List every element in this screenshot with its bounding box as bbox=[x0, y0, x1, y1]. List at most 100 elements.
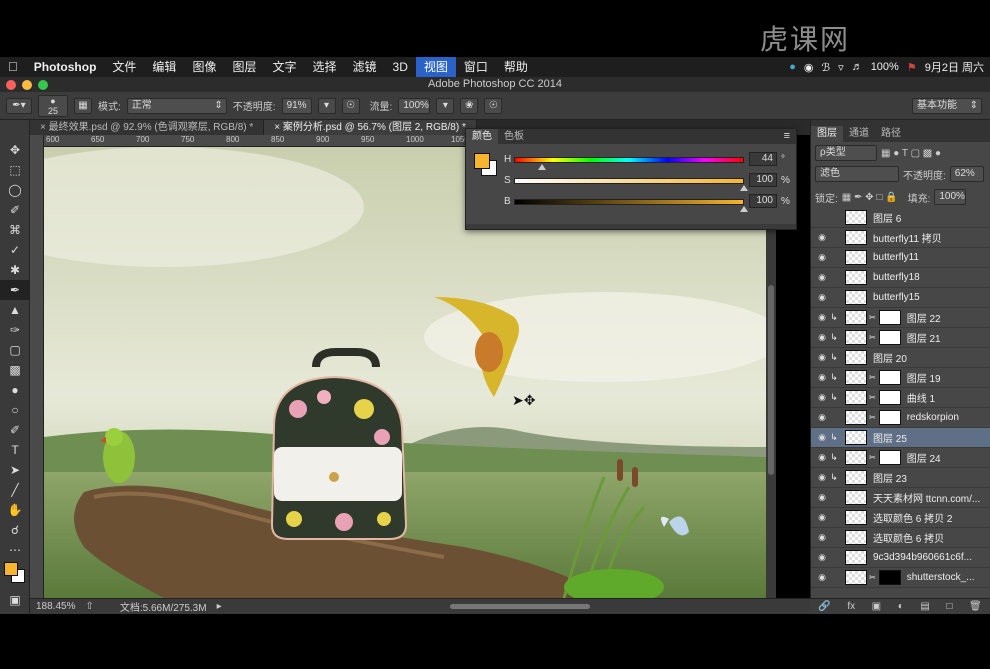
layer-row[interactable]: ◉ ✂ redskorpion bbox=[811, 408, 990, 428]
brightness-thumb[interactable] bbox=[740, 206, 748, 212]
type-tool-icon[interactable]: T bbox=[0, 440, 30, 460]
panel-resize-handle[interactable] bbox=[466, 224, 796, 229]
mask-link-icon[interactable]: ✂ bbox=[869, 333, 876, 342]
layer-thumbnail[interactable] bbox=[845, 550, 867, 565]
saturation-thumb[interactable] bbox=[740, 185, 748, 191]
tab-close-icon[interactable]: × bbox=[274, 122, 283, 133]
layer-thumbnail[interactable] bbox=[845, 250, 867, 265]
close-button[interactable] bbox=[6, 80, 16, 90]
fill-input[interactable]: 100% bbox=[934, 189, 967, 205]
layer-thumbnail[interactable] bbox=[845, 290, 867, 305]
layer-style-icon[interactable]: fx bbox=[847, 601, 855, 612]
layer-thumbnail[interactable] bbox=[845, 570, 867, 585]
layer-thumbnail[interactable] bbox=[845, 370, 867, 385]
pen-tool-icon[interactable]: ✐ bbox=[0, 420, 30, 440]
layer-thumbnail[interactable] bbox=[845, 430, 867, 445]
line-tool-icon[interactable]: ╱ bbox=[0, 480, 30, 500]
menu-item[interactable]: 图层 bbox=[224, 57, 264, 77]
zoom-level[interactable]: 188.45% bbox=[36, 601, 75, 612]
stamp-tool-icon[interactable]: ▲ bbox=[0, 300, 30, 320]
visibility-eye-icon[interactable]: ◉ bbox=[815, 572, 829, 583]
flow-input[interactable]: 100% bbox=[398, 97, 431, 114]
pressure-size-icon[interactable]: ☉ bbox=[484, 97, 503, 114]
lasso-tool-icon[interactable]: ◯ bbox=[0, 180, 30, 200]
brush-size-picker[interactable]: ● 25 bbox=[38, 94, 68, 117]
layer-thumbnail[interactable] bbox=[845, 210, 867, 225]
menu-item[interactable]: 窗口 bbox=[456, 57, 496, 77]
hand-tool-icon[interactable]: ✋ bbox=[0, 500, 30, 520]
layer-mask-thumbnail[interactable] bbox=[878, 410, 901, 425]
eyedropper-tool-icon[interactable]: ✓ bbox=[0, 240, 30, 260]
layer-thumbnail[interactable] bbox=[845, 330, 867, 345]
foreground-color-chip[interactable] bbox=[474, 153, 490, 169]
quick-mask-icon[interactable]: ▣ bbox=[0, 590, 30, 610]
hue-value[interactable]: 44 bbox=[749, 152, 777, 166]
menu-item[interactable]: 帮助 bbox=[496, 57, 536, 77]
layer-row[interactable]: ◉ ↳ ✂ 图层 19 bbox=[811, 368, 990, 388]
layer-mask-thumbnail[interactable] bbox=[878, 310, 901, 325]
horizontal-scroll-thumb[interactable] bbox=[450, 604, 590, 609]
menu-item[interactable]: 选择 bbox=[304, 57, 344, 77]
hue-slider[interactable]: H 44 ° bbox=[504, 152, 794, 170]
adjustment-layer-icon[interactable]: ◐ bbox=[898, 601, 904, 612]
new-group-icon[interactable]: ▤ bbox=[920, 601, 929, 612]
zoom-button[interactable] bbox=[38, 80, 48, 90]
visibility-eye-icon[interactable]: ◉ bbox=[815, 372, 829, 383]
layer-row[interactable]: ◉ ↳ ✂ 图层 24 bbox=[811, 448, 990, 468]
visibility-eye-icon[interactable]: ◉ bbox=[815, 352, 829, 363]
visibility-eye-icon[interactable]: ◉ bbox=[815, 452, 829, 463]
visibility-eye-icon[interactable]: ◉ bbox=[815, 552, 829, 563]
flag-icon[interactable]: ⚑ bbox=[907, 61, 917, 74]
brightness-slider[interactable]: B 100 % bbox=[504, 194, 794, 212]
layer-row[interactable]: ◉ butterfly15 bbox=[811, 288, 990, 308]
visibility-eye-icon[interactable]: ◉ bbox=[815, 272, 829, 283]
layer-thumbnail[interactable] bbox=[845, 450, 867, 465]
tab-layers[interactable]: 图层 bbox=[811, 126, 843, 142]
hue-bar[interactable] bbox=[514, 157, 744, 163]
wifi-icon[interactable]: ▿ bbox=[838, 61, 844, 74]
kind-filter-select[interactable]: ρ类型 bbox=[815, 145, 877, 161]
creative-cloud-icon[interactable]: ◉ bbox=[804, 61, 814, 74]
more-tools-icon[interactable]: ⋯ bbox=[0, 540, 30, 560]
quick-select-tool-icon[interactable]: ✐ bbox=[0, 200, 30, 220]
layer-row[interactable]: ◉ ↳ 图层 23 bbox=[811, 468, 990, 488]
foreground-color-swatch[interactable] bbox=[4, 562, 18, 576]
mask-link-icon[interactable]: ✂ bbox=[869, 373, 876, 382]
flow-dropdown[interactable]: ▾ bbox=[436, 97, 455, 114]
share-icon[interactable]: ⇧ bbox=[85, 601, 93, 612]
path-select-tool-icon[interactable]: ➤ bbox=[0, 460, 30, 480]
apple-icon[interactable]:  bbox=[0, 57, 26, 77]
bluetooth-icon[interactable]: ℬ bbox=[822, 61, 831, 74]
visibility-eye-icon[interactable]: ◉ bbox=[815, 232, 829, 243]
app-menu[interactable]: Photoshop bbox=[26, 57, 105, 77]
healing-tool-icon[interactable]: ✱ bbox=[0, 260, 30, 280]
layer-row[interactable]: ◉ butterfly11 bbox=[811, 248, 990, 268]
layer-row[interactable]: ◉ butterfly11 拷贝 bbox=[811, 228, 990, 248]
saturation-slider[interactable]: S 100 % bbox=[504, 173, 794, 191]
tab-close-icon[interactable]: × bbox=[40, 122, 49, 133]
layer-row[interactable]: ◉ ↳ ✂ 曲线 1 bbox=[811, 388, 990, 408]
layer-row[interactable]: ◉ ↳ 图层 25 bbox=[811, 428, 990, 448]
brush-tool-preset-icon[interactable]: ✒▾ bbox=[6, 97, 32, 114]
scroll-thumb[interactable] bbox=[768, 285, 774, 475]
brush-panel-icon[interactable]: ▦ bbox=[74, 97, 92, 114]
layer-row[interactable]: ◉ 选取颜色 6 拷贝 bbox=[811, 528, 990, 548]
lock-icons[interactable]: ▦ ✒ ✥ □ 🔒 bbox=[842, 192, 898, 203]
layer-row[interactable]: 图层 6 bbox=[811, 208, 990, 228]
datetime-label[interactable]: 9月2日 周六 bbox=[925, 59, 984, 75]
layer-thumbnail[interactable] bbox=[845, 390, 867, 405]
crop-tool-icon[interactable]: ⌘ bbox=[0, 220, 30, 240]
visibility-eye-icon[interactable]: ◉ bbox=[815, 512, 829, 523]
saturation-value[interactable]: 100 bbox=[749, 173, 777, 187]
visibility-eye-icon[interactable]: ◉ bbox=[815, 292, 829, 303]
layer-row[interactable]: ◉ ↳ 图层 20 bbox=[811, 348, 990, 368]
layer-thumbnail[interactable] bbox=[845, 410, 867, 425]
eraser-tool-icon[interactable]: ▢ bbox=[0, 340, 30, 360]
tab-paths[interactable]: 路径 bbox=[875, 126, 907, 142]
menu-item[interactable]: 文字 bbox=[264, 57, 304, 77]
camera-icon[interactable]: ● bbox=[789, 61, 796, 73]
layer-row[interactable]: ◉ 9c3d394b960661c6f... bbox=[811, 548, 990, 568]
layer-opacity-input[interactable]: 62% bbox=[949, 166, 984, 182]
layer-thumbnail[interactable] bbox=[845, 270, 867, 285]
volume-icon[interactable]: ♬ bbox=[852, 61, 863, 73]
